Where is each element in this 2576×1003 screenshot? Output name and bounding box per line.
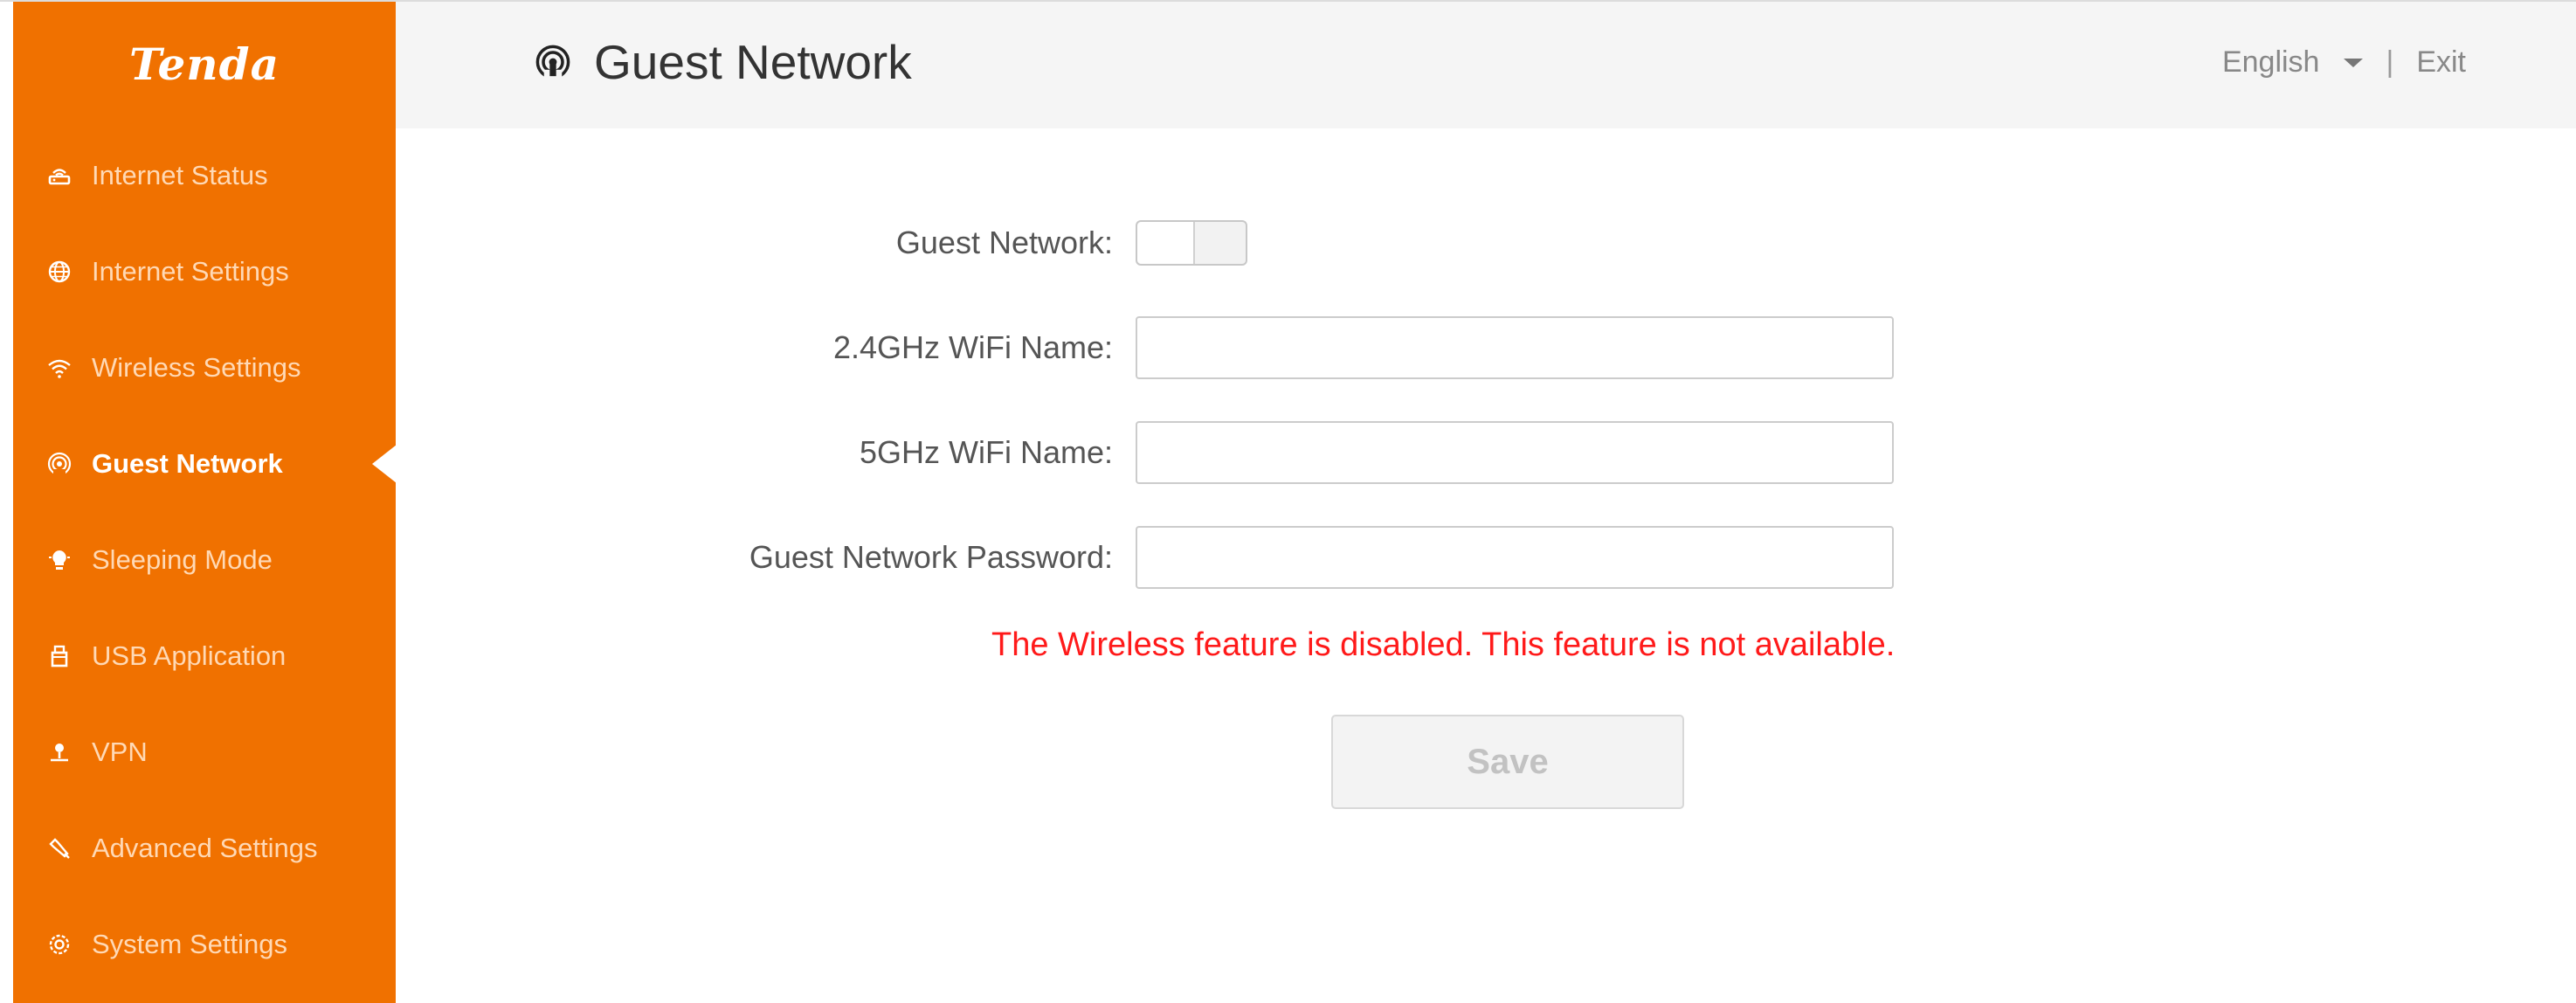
guest-network-row: Guest Network: <box>0 211 2576 274</box>
guest-network-label: Guest Network: <box>895 225 1113 260</box>
guest-network-toggle[interactable] <box>1136 220 1247 266</box>
language-selector[interactable]: English <box>2222 45 2364 80</box>
page-header: Guest Network English | Exit <box>396 2 2576 128</box>
sidebar-item-label: Advanced Settings <box>92 833 318 863</box>
sidebar-item-label: VPN <box>92 737 148 767</box>
sidebar-item-label: System Settings <box>92 929 287 959</box>
guest-password-label: Guest Network Password: <box>749 539 1113 575</box>
exit-link[interactable]: Exit <box>2416 45 2466 80</box>
page-title-text: Guest Network <box>594 35 912 89</box>
wifi5-name-label: 5GHz WiFi Name: <box>859 434 1113 470</box>
password-row: Guest Network Password: <box>0 526 2576 589</box>
sidebar-item-vpn[interactable]: VPN <box>13 704 396 800</box>
chevron-down-icon <box>2344 58 2364 67</box>
header-separator: | <box>2386 45 2394 79</box>
app-window: Tenda Internet Status Internet Settings … <box>0 0 2576 1003</box>
router-icon <box>45 161 74 190</box>
wifi24-row: 2.4GHz WiFi Name: <box>0 316 2576 379</box>
wifi5-row: 5GHz WiFi Name: <box>0 421 2576 484</box>
save-button[interactable]: Save <box>1331 715 1684 809</box>
toggle-knob <box>1137 222 1195 264</box>
page-title: Guest Network <box>531 31 912 93</box>
header-actions: English | Exit <box>2222 45 2466 80</box>
guest-password-input[interactable] <box>1136 526 1894 589</box>
sidebar: Tenda Internet Status Internet Settings … <box>13 2 397 1003</box>
sidebar-item-usb-application[interactable]: USB Application <box>13 608 396 704</box>
wrench-icon <box>45 834 74 863</box>
sidebar-item-label: Internet Status <box>92 160 268 190</box>
guest-wifi-icon <box>531 40 575 84</box>
sidebar-item-internet-status[interactable]: Internet Status <box>13 128 396 224</box>
usb-icon <box>45 641 74 671</box>
sidebar-item-label: USB Application <box>92 640 287 671</box>
wifi24-name-input[interactable] <box>1136 316 1894 379</box>
vpn-icon <box>45 737 74 767</box>
gear-icon <box>45 930 74 959</box>
error-message: The Wireless feature is disabled. This f… <box>991 626 1896 663</box>
wifi24-name-label: 2.4GHz WiFi Name: <box>832 329 1113 365</box>
brand-logo: Tenda <box>129 38 280 90</box>
sidebar-item-advanced-settings[interactable]: Advanced Settings <box>13 800 396 896</box>
language-label: English <box>2221 45 2320 79</box>
wifi5-name-input[interactable] <box>1136 421 1894 484</box>
sidebar-item-system-settings[interactable]: System Settings <box>13 896 396 993</box>
